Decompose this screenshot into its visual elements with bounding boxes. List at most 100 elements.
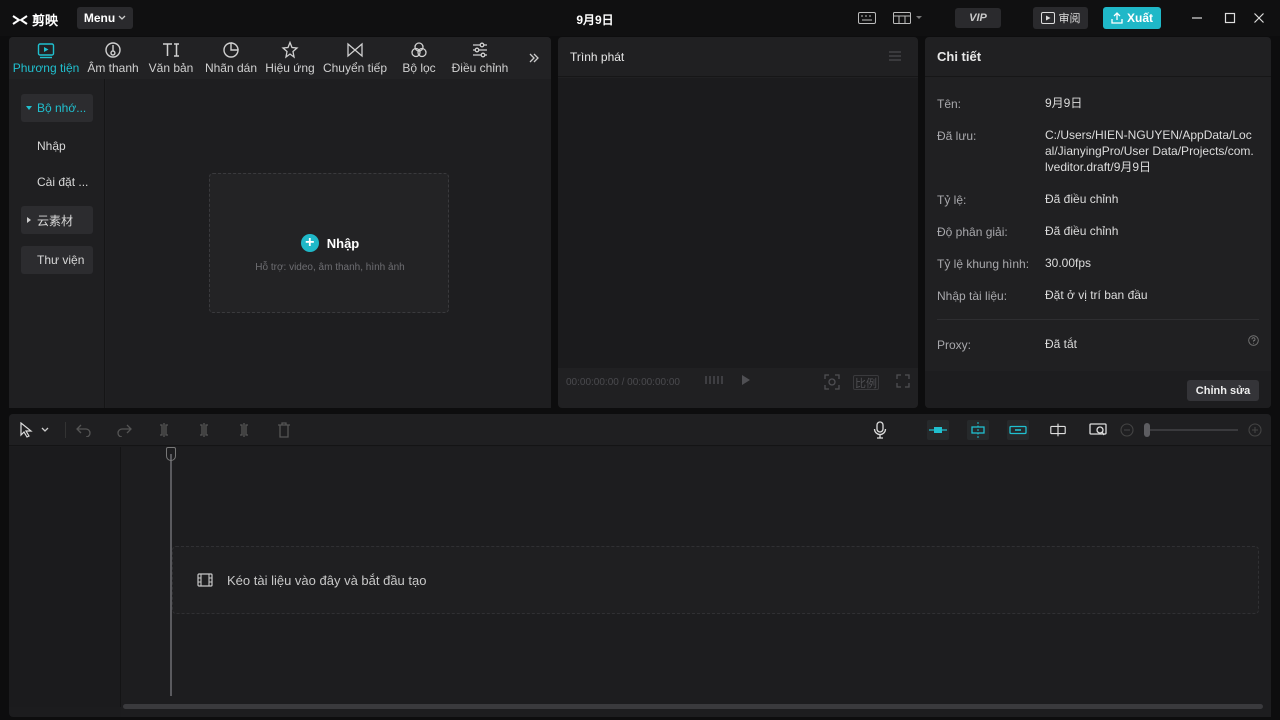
zoom-out-icon: [1120, 423, 1134, 437]
play-button[interactable]: [738, 374, 754, 386]
fullscreen-button[interactable]: [895, 374, 911, 388]
tab-label: Nhãn dán: [204, 61, 258, 75]
sidebar-item-label: Thư viện: [37, 253, 85, 267]
sidebar-item-import[interactable]: Nhập: [21, 132, 93, 160]
zoom-fit-icon: [1089, 423, 1107, 436]
sidebar-item-local[interactable]: Bộ nhớ...: [21, 94, 93, 122]
screenshot-button[interactable]: [822, 374, 842, 390]
record-voice-button[interactable]: [871, 421, 889, 439]
chevron-down-icon: [41, 427, 49, 432]
sidebar-item-cloud[interactable]: 云素材: [21, 206, 93, 234]
vip-button[interactable]: VIP: [955, 8, 1001, 28]
sidebar-item-library[interactable]: Thư viện: [21, 246, 93, 274]
zoom-out-button[interactable]: [1118, 421, 1136, 439]
media-icon: [37, 43, 55, 59]
microphone-icon: [873, 421, 887, 439]
maximize-button[interactable]: [1222, 10, 1238, 26]
import-drop-area[interactable]: + Nhập Hỗ trợ: video, âm thanh, hình ảnh: [209, 173, 449, 313]
zoom-slider-track[interactable]: [1145, 429, 1238, 431]
sidebar-item-settings[interactable]: Cài đặt ...: [21, 168, 93, 196]
media-panel: Phương tiện Âm thanh Văn bản Nhãn dán Hi…: [9, 37, 551, 408]
tab-effects[interactable]: Hiệu ứng: [263, 39, 317, 77]
tab-media[interactable]: Phương tiện: [11, 39, 81, 77]
ratio-button[interactable]: 比例: [853, 375, 879, 390]
export-icon: [1111, 12, 1123, 24]
select-tool-dropdown[interactable]: [39, 421, 51, 439]
tab-transition[interactable]: Chuyển tiếp: [322, 39, 388, 77]
adjust-icon: [473, 42, 487, 58]
player-panel: Trình phát 00:00:00:00 / 00:00:00:00 比例: [558, 37, 918, 408]
undo-button[interactable]: [75, 421, 93, 439]
drop-zone-text: Kéo tài liệu vào đây và bắt đầu tạo: [227, 572, 427, 588]
zoom-in-button[interactable]: [1246, 421, 1264, 439]
detail-value-ratio: Đã điều chỉnh: [1045, 192, 1119, 206]
app-logo-text: 剪映: [32, 13, 59, 28]
close-button[interactable]: [1251, 10, 1267, 26]
edit-button[interactable]: Chỉnh sửa: [1187, 380, 1259, 401]
maximize-icon: [1224, 12, 1236, 24]
detail-label-saved: Đã lưu:: [937, 129, 977, 143]
sidebar-item-label: Cài đặt ...: [37, 175, 89, 189]
delete-button[interactable]: [275, 421, 293, 439]
tab-label: Âm thanh: [87, 61, 139, 75]
tab-label: Hiệu ứng: [265, 61, 315, 75]
import-subtitle: Hỗ trợ: video, âm thanh, hình ảnh: [255, 262, 405, 273]
import-button[interactable]: + Nhập: [210, 234, 450, 252]
title-bar: 剪映 Menu 9月9日 VIP 审阅 Xuất: [0, 0, 1280, 36]
keyboard-shortcut-button[interactable]: [857, 10, 877, 26]
timeline-scrollbar[interactable]: [123, 704, 1263, 709]
tab-adjust[interactable]: Điều chỉnh: [449, 39, 511, 77]
review-button[interactable]: 审阅: [1033, 7, 1088, 29]
split-left-button[interactable]: [195, 421, 213, 439]
timeline-drop-zone[interactable]: Kéo tài liệu vào đây và bắt đầu tạo: [172, 546, 1259, 614]
toolbar-divider: [65, 422, 66, 438]
detail-label-proxy: Proxy:: [937, 338, 972, 352]
more-tools-button[interactable]: [525, 49, 543, 67]
split-button[interactable]: [155, 421, 173, 439]
detail-label-ratio: Tỷ lệ:: [937, 193, 967, 207]
magnet-icon: [929, 427, 947, 433]
tab-label: Văn bản: [148, 61, 194, 75]
redo-button[interactable]: [115, 421, 133, 439]
select-tool-button[interactable]: [17, 421, 35, 439]
proxy-help-button[interactable]: [1248, 335, 1260, 347]
fit-timeline-button[interactable]: [1089, 421, 1107, 439]
preview-axis-button[interactable]: [1049, 421, 1067, 439]
details-header: Chi tiết: [925, 37, 1271, 77]
player-menu-button[interactable]: [888, 50, 902, 64]
main-track-magnet-button[interactable]: [927, 420, 949, 440]
trim-right-icon: [240, 423, 248, 437]
track-headers: [9, 447, 121, 707]
waveform-icon: [705, 376, 723, 384]
layout-icon: [893, 12, 911, 24]
tab-label: Chuyển tiếp: [322, 61, 388, 75]
auto-snap-button[interactable]: [967, 420, 989, 440]
linkage-button[interactable]: [1007, 420, 1029, 440]
playhead-handle[interactable]: [166, 447, 176, 461]
layout-button[interactable]: [891, 10, 925, 26]
tab-sticker[interactable]: Nhãn dán: [202, 39, 260, 77]
review-label: 审阅: [1058, 13, 1081, 25]
zoom-slider-handle[interactable]: [1144, 423, 1150, 437]
tool-tabs: Phương tiện Âm thanh Văn bản Nhãn dán Hi…: [9, 37, 551, 79]
film-icon: [197, 573, 213, 587]
preview-axis-icon: [1050, 423, 1066, 437]
tab-audio[interactable]: Âm thanh: [85, 39, 141, 77]
sticker-icon: [223, 42, 239, 58]
export-button[interactable]: Xuất: [1103, 7, 1161, 29]
waveform-button[interactable]: [703, 374, 725, 386]
detail-value-saved: C:/Users/HIEN-NGUYEN/AppData/Local/Jiany…: [1045, 128, 1254, 174]
chevron-down-icon: [916, 16, 922, 19]
menu-label: Menu: [83, 11, 116, 25]
trash-icon: [278, 422, 290, 438]
minimize-button[interactable]: [1189, 10, 1205, 26]
tab-text[interactable]: Văn bản: [146, 39, 196, 77]
effects-icon: [281, 41, 299, 59]
tab-filter[interactable]: Bộ lọc: [395, 39, 443, 77]
menu-button[interactable]: Menu: [77, 7, 133, 29]
plus-icon: +: [300, 234, 319, 252]
fullscreen-icon: [896, 374, 910, 388]
play-icon: [742, 375, 750, 385]
split-right-button[interactable]: [235, 421, 253, 439]
player-header: Trình phát: [558, 37, 918, 77]
